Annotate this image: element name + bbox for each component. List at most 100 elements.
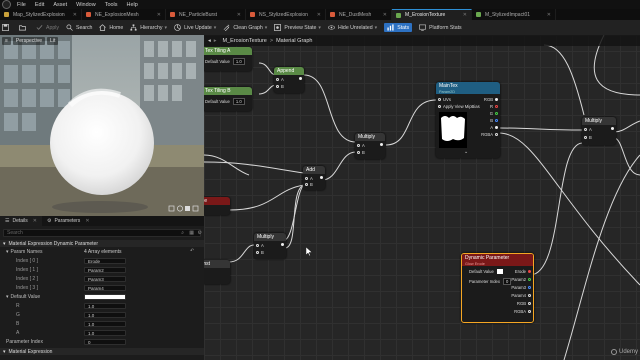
close-icon[interactable]: ✕ (229, 12, 241, 18)
input-pin-a[interactable]: A (256, 243, 264, 248)
output-pin[interactable] (299, 77, 302, 80)
category-dynamic-parameter[interactable]: ▾ Material Expression Dynamic Parameter (0, 240, 204, 247)
preview-state-button[interactable]: Preview State ▾ (274, 24, 321, 31)
tab-ne-explosion-mesh[interactable]: NE_ExplosionMesh ✕ (82, 9, 166, 20)
node-edge-left-constant[interactable]: Const (204, 260, 230, 284)
a-pin[interactable]: A (490, 125, 498, 130)
input-pin-a[interactable]: A (276, 77, 284, 82)
output-pin[interactable] (320, 176, 323, 179)
node-dynamic-parameter[interactable]: Dynamic Parameter Glow Erode Default Val… (461, 253, 534, 323)
live-update-button[interactable]: Live Update ▾ (174, 24, 216, 31)
back-arrow-icon[interactable]: ◂ (208, 38, 211, 44)
close-icon[interactable]: ✕ (455, 12, 467, 18)
node-multiply-3[interactable]: Multiply A B (582, 117, 616, 145)
b-value-input[interactable]: 1.0 (84, 320, 126, 327)
browse-button[interactable] (19, 24, 29, 31)
material-graph-canvas[interactable]: Side Const Tex Tiling A Default Value 1.… (204, 35, 640, 360)
input-pin-b[interactable]: B (305, 182, 313, 187)
a-value-input[interactable]: 1.0 (84, 329, 126, 336)
rgba-pin[interactable]: RGBA (481, 132, 498, 137)
tab-ns-stylized-explosion[interactable]: NS_StylizedExplosion ✕ (246, 9, 326, 20)
save-button[interactable] (2, 24, 12, 31)
lit-button[interactable]: Lit (47, 37, 59, 45)
stats-toggle[interactable]: Stats (384, 23, 413, 32)
close-icon[interactable]: ✕ (65, 12, 77, 18)
forward-arrow-icon[interactable]: ▸ (214, 38, 217, 44)
tab-ne-particle-burst[interactable]: NE_ParticleBurst ✕ (166, 9, 246, 20)
index-value-input[interactable]: Param3 (84, 275, 126, 282)
rgb-pin[interactable]: RGB (484, 97, 498, 102)
default-value-input[interactable]: 1.0 (232, 58, 245, 65)
param4-pin[interactable]: Param4 (511, 293, 531, 298)
g-value-input[interactable]: 1.0 (84, 311, 126, 318)
viewport-menu-button[interactable]: ≡ (2, 37, 11, 45)
parameter-index-input[interactable]: 0 (502, 278, 512, 285)
close-icon[interactable]: ✕ (309, 12, 321, 18)
output-pin[interactable] (281, 243, 284, 246)
uvs-pin[interactable]: UVs (438, 97, 451, 102)
close-icon[interactable]: ✕ (85, 218, 89, 224)
clean-graph-button[interactable]: Clean Graph ▾ (223, 24, 267, 31)
default-color-swatch[interactable] (496, 269, 503, 274)
reset-icon[interactable]: ↶ (190, 248, 194, 254)
r-pin[interactable]: R (490, 104, 498, 109)
close-icon[interactable]: ✕ (149, 12, 161, 18)
index-value-input[interactable]: Param2 (84, 266, 126, 273)
index-value-input[interactable]: Param4 (84, 284, 126, 291)
input-pin-b[interactable]: B (256, 250, 264, 255)
output-pin[interactable] (611, 127, 614, 130)
default-value-input[interactable]: 1.0 (232, 98, 245, 105)
category-material-expression[interactable]: ▾ Material Expression (0, 348, 204, 355)
menu-asset[interactable]: Asset (53, 2, 67, 8)
input-pin-b[interactable]: B (357, 150, 365, 155)
tab-ne-dust-mesh[interactable]: NE_DustMesh ✕ (326, 9, 392, 20)
input-pin-b[interactable]: B (276, 84, 284, 89)
home-button[interactable]: Home (99, 24, 123, 31)
param2-pin[interactable]: Param2 (511, 277, 531, 282)
settings-gear-icon[interactable]: ⚙ (198, 230, 202, 237)
input-pin-a[interactable]: A (584, 127, 592, 132)
tab-m-stylized-impact01[interactable]: M_StylizedImpact01 ✕ (472, 9, 556, 20)
platform-stats-button[interactable]: Platform Stats (419, 24, 462, 31)
chevron-down-icon[interactable]: ⌄ (464, 149, 468, 155)
menu-tools[interactable]: Tools (105, 2, 118, 8)
close-icon[interactable]: ✕ (33, 218, 37, 224)
node-tex-tiling-a[interactable]: Tex Tiling A Default Value 1.0 (204, 47, 252, 71)
apply-button[interactable]: Apply (36, 24, 59, 31)
node-add[interactable]: Add A B (303, 166, 325, 190)
node-tex-tiling-b[interactable]: Tex Tiling B Default Value 1.0 (204, 87, 252, 111)
tab-details[interactable]: ☰ Details ✕ (0, 216, 42, 226)
param3-pin[interactable]: Param3 (511, 285, 531, 290)
node-maintex[interactable]: MainTex Param2D UVs Apply View MipBias R… (436, 82, 500, 158)
tab-map-stylized-explosion[interactable]: Map_StylizedExplosion ✕ (0, 9, 82, 20)
g-pin[interactable]: G (490, 111, 498, 116)
menu-edit[interactable]: Edit (35, 2, 44, 8)
hide-unrelated-button[interactable]: Hide Unrelated ▾ (328, 24, 377, 31)
preview-viewport[interactable]: ≡ Perspective Lit (0, 35, 204, 216)
node-append[interactable]: Append A B (274, 67, 304, 93)
param-index-input[interactable]: 0 (84, 338, 126, 345)
node-edge-left-red[interactable]: Side (204, 197, 230, 215)
input-pin-b[interactable]: B (584, 135, 592, 140)
breadcrumb-page[interactable]: Material Graph (276, 38, 312, 44)
input-pin-a[interactable]: A (305, 176, 313, 181)
menu-help[interactable]: Help (127, 2, 138, 8)
tab-parameters[interactable]: ⚙ Parameters ✕ (42, 216, 95, 226)
hierarchy-button[interactable]: Hierarchy ▾ (130, 24, 167, 31)
node-multiply-2[interactable]: Multiply A B (254, 233, 286, 259)
index-value-input[interactable]: Erode (84, 257, 126, 264)
close-icon[interactable]: ✕ (539, 12, 551, 18)
rgb-pin[interactable]: RGB (517, 301, 531, 306)
menu-file[interactable]: File (17, 2, 26, 8)
b-pin[interactable]: B (490, 118, 498, 123)
input-pin-a[interactable]: A (357, 143, 365, 148)
grid-view-icon[interactable]: ▦ (189, 230, 194, 237)
default-value-color-swatch[interactable] (84, 293, 126, 300)
mipbias-pin[interactable]: Apply View MipBias (438, 104, 480, 109)
rgba-pin[interactable]: RGBA (514, 309, 531, 314)
perspective-button[interactable]: Perspective (12, 37, 46, 45)
erode-pin[interactable]: Erode (515, 269, 531, 274)
breadcrumb-asset[interactable]: M_ErosionTexture (223, 38, 267, 44)
tab-m-erosion-texture[interactable]: M_ErosionTexture ✕ (392, 9, 472, 20)
close-icon[interactable]: ✕ (375, 12, 387, 18)
